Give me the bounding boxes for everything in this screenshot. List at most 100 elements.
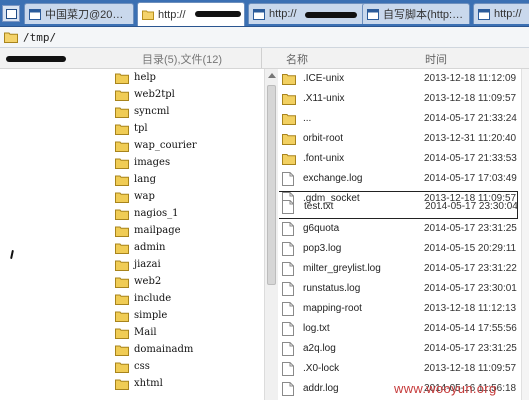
file-row[interactable]: milter_greylist.log 2014-05-17 23:31:22 xyxy=(279,259,529,279)
tree-item[interactable]: web2tpl xyxy=(115,86,175,103)
tree-item-label: nagios_1 xyxy=(134,208,179,219)
folder-icon xyxy=(115,107,129,118)
file-icon xyxy=(282,172,294,186)
folder-icon xyxy=(142,10,154,20)
file-row[interactable]: pop3.log 2014-05-15 20:29:11 xyxy=(279,239,529,259)
file-row[interactable]: .X0-lock 2013-12-18 11:09:57 xyxy=(279,359,529,379)
tree-item[interactable]: domainadm xyxy=(115,341,193,358)
window-menu-icon[interactable] xyxy=(2,5,20,22)
file-list-scrollbar[interactable] xyxy=(521,69,529,400)
tree-item[interactable]: wap_courier xyxy=(115,137,197,154)
tree-item-label: web2tpl xyxy=(134,89,175,100)
tree-item[interactable]: lang xyxy=(115,171,156,188)
folder-icon xyxy=(115,243,129,254)
redaction-mark xyxy=(195,11,241,17)
file-row[interactable]: ... 2014-05-17 21:33:24 xyxy=(279,109,529,129)
file-row[interactable]: g6quota 2014-05-17 23:31:25 xyxy=(279,219,529,239)
tree-item[interactable]: tpl xyxy=(115,120,148,137)
tree-item[interactable]: syncml xyxy=(115,103,170,120)
folder-icon xyxy=(115,345,129,356)
tree-item[interactable]: web2 xyxy=(115,273,161,290)
file-row[interactable]: log.txt 2014-05-14 17:55:56 xyxy=(279,319,529,339)
file-time: 2013-12-31 11:20:40 xyxy=(424,133,517,144)
tree-item[interactable]: wap xyxy=(115,188,155,205)
file-row[interactable]: .font-unix 2014-05-17 21:33:53 xyxy=(279,149,529,169)
column-header-time[interactable]: 时间 xyxy=(425,51,447,67)
watermark: www.wooyun.org xyxy=(394,381,497,396)
file-time: 2013-12-18 11:09:57 xyxy=(424,93,517,104)
folder-icon xyxy=(282,74,296,85)
redaction-mark xyxy=(305,12,357,18)
tree-item-label: lang xyxy=(134,174,157,185)
folder-icon xyxy=(282,114,296,125)
app-window-icon xyxy=(367,8,379,20)
file-row[interactable]: orbit-root 2013-12-31 11:20:40 xyxy=(279,129,529,149)
tree-item-label: web2 xyxy=(134,276,162,287)
tree-item-label: wap_courier xyxy=(134,140,197,151)
file-name: ... xyxy=(303,113,312,124)
file-name: log.txt xyxy=(303,323,330,334)
file-time: 2014-05-17 23:30:01 xyxy=(424,283,517,294)
file-time: 2014-05-17 23:31:25 xyxy=(424,223,517,234)
file-row[interactable]: .X11-unix 2013-12-18 11:09:57 xyxy=(279,89,529,109)
column-header-name[interactable]: 名称 xyxy=(286,51,308,67)
list-header: 目录(5),文件(12) 名称 时间 xyxy=(0,48,529,69)
app-window-icon xyxy=(29,8,41,20)
path-input[interactable]: /tmp/ xyxy=(23,31,56,44)
tree-item[interactable]: jiazai xyxy=(115,256,161,273)
file-time: 2014-05-17 23:31:22 xyxy=(424,263,517,274)
tree-item-label: include xyxy=(134,293,172,304)
file-row[interactable]: exchange.log 2014-05-17 17:03:49 xyxy=(279,169,529,189)
file-time: 2013-12-18 11:09:57 xyxy=(424,363,517,374)
file-name: .X11-unix xyxy=(303,93,345,104)
file-time: 2014-05-17 17:03:49 xyxy=(424,173,517,184)
tree-item-label: css xyxy=(134,361,150,372)
tree-item[interactable]: simple xyxy=(115,307,167,324)
tree-item-label: wap xyxy=(134,191,155,202)
tree-item[interactable]: admin xyxy=(115,239,165,256)
folder-icon xyxy=(282,134,296,145)
folder-icon xyxy=(115,311,129,322)
file-row[interactable]: a2q.log 2014-05-17 23:31:25 xyxy=(279,339,529,359)
tab-site-3[interactable]: http:// xyxy=(473,3,529,24)
tab-label: http:// xyxy=(269,8,297,20)
tree-item[interactable]: css xyxy=(115,358,150,375)
file-name: mapping-root xyxy=(303,303,362,314)
tab-tmp-files[interactable]: http:// xyxy=(137,2,245,26)
file-icon xyxy=(282,322,294,336)
tree-item[interactable]: Mail xyxy=(115,324,157,341)
folder-icon xyxy=(115,158,129,169)
tree-scrollbar[interactable] xyxy=(264,69,278,400)
tree-item-label: tpl xyxy=(134,123,148,134)
file-icon xyxy=(282,222,294,236)
file-icon xyxy=(282,362,294,376)
scrollbar-thumb[interactable] xyxy=(267,85,276,285)
scroll-up-icon[interactable] xyxy=(268,73,276,78)
tree-item-label: mailpage xyxy=(134,225,181,236)
file-row[interactable]: .ICE-unix 2013-12-18 11:12:09 xyxy=(279,69,529,89)
app-window-icon xyxy=(478,8,490,20)
tab-site-2[interactable]: http:// xyxy=(248,3,372,24)
cursor-mark xyxy=(10,249,14,260)
tree-item[interactable]: help xyxy=(115,69,156,86)
folder-icon xyxy=(115,328,129,339)
tree-item-label: images xyxy=(134,157,171,168)
file-name: test.txt xyxy=(304,201,334,212)
tree-item[interactable]: images xyxy=(115,154,170,171)
file-icon xyxy=(282,302,294,316)
file-time: 2014-05-17 23:30:04 xyxy=(425,201,518,212)
file-name: exchange.log xyxy=(303,173,363,184)
tree-item[interactable]: mailpage xyxy=(115,222,181,239)
file-row[interactable]: mapping-root 2013-12-18 11:12:13 xyxy=(279,299,529,319)
tree-item[interactable]: nagios_1 xyxy=(115,205,179,222)
folder-icon xyxy=(115,141,129,152)
file-icon xyxy=(282,342,294,356)
tab-caidao[interactable]: 中国菜刀@20… xyxy=(24,3,134,24)
tree-item[interactable]: include xyxy=(115,290,171,307)
tab-custom-script[interactable]: 自写脚本(http:… xyxy=(362,3,470,24)
tree-item[interactable]: xhtml xyxy=(115,375,163,392)
folder-icon xyxy=(115,90,129,101)
path-bar: /tmp/ xyxy=(0,27,529,48)
file-row[interactable]: runstatus.log 2014-05-17 23:30:01 xyxy=(279,279,529,299)
file-row-selected[interactable]: test.txt 2014-05-17 23:30:04 xyxy=(279,191,518,219)
